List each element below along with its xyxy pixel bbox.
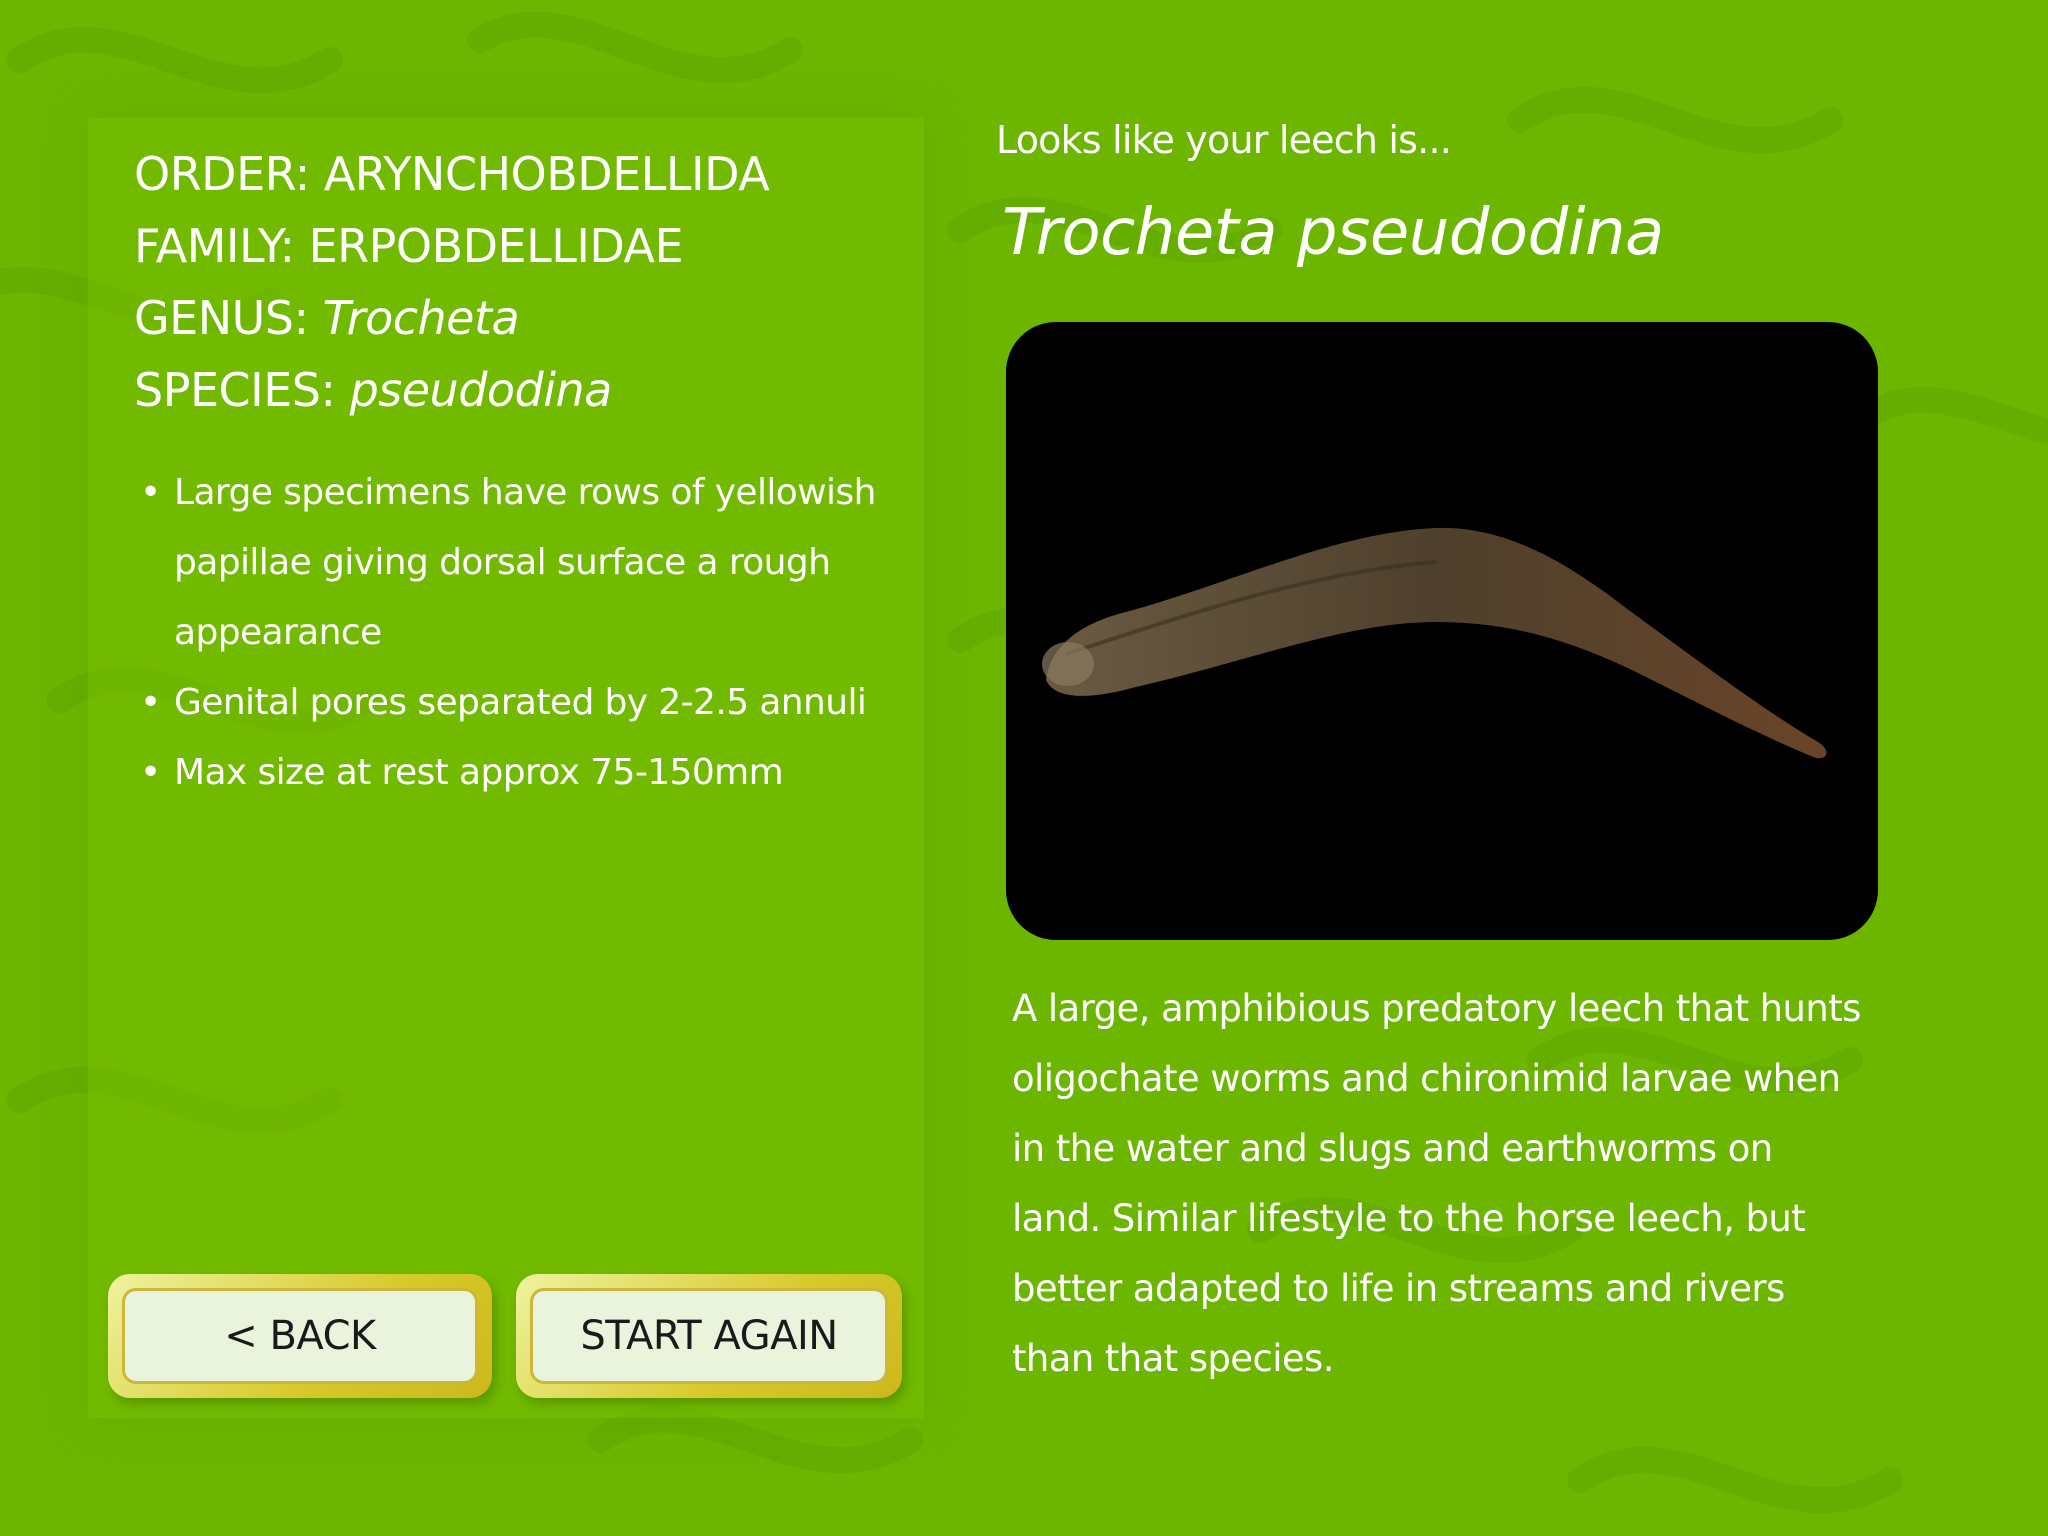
leech-specimen-icon [1042, 527, 1827, 759]
back-button[interactable]: < BACK [108, 1274, 492, 1398]
species-value: pseudodina [349, 363, 613, 417]
leech-photo [1006, 322, 1878, 940]
feature-list: Large specimens have rows of yellowish p… [140, 458, 900, 808]
genus-value: Trocheta [322, 291, 520, 345]
result-intro: Looks like your leech is... [996, 118, 1452, 162]
order-label: ORDER: [134, 147, 310, 201]
taxonomy-block: ORDER: ARYNCHOBDELLIDA FAMILY: ERPOBDELL… [134, 138, 770, 426]
taxonomy-family: FAMILY: ERPOBDELLIDAE [134, 210, 769, 282]
species-description: A large, amphibious predatory leech that… [1012, 987, 1861, 1380]
species-title: Trocheta pseudodina [1002, 196, 1664, 270]
taxonomy-species: SPECIES: pseudodina [134, 354, 769, 426]
genus-label: GENUS: [134, 291, 309, 345]
species-label: SPECIES: [134, 363, 336, 417]
start-again-button-label: START AGAIN [530, 1288, 888, 1384]
family-value: ERPOBDELLIDAE [308, 219, 684, 273]
order-value: ARYNCHOBDELLIDA [323, 147, 770, 201]
feature-item: Large specimens have rows of yellowish p… [140, 458, 900, 668]
feature-item: Max size at rest approx 75-150mm [140, 738, 900, 808]
feature-item: Genital pores separated by 2-2.5 annuli [140, 668, 900, 738]
taxonomy-genus: GENUS: Trocheta [134, 282, 769, 354]
taxonomy-order: ORDER: ARYNCHOBDELLIDA [134, 138, 770, 210]
back-button-label: < BACK [122, 1288, 478, 1384]
family-label: FAMILY: [134, 219, 295, 273]
start-again-button[interactable]: START AGAIN [516, 1274, 902, 1398]
